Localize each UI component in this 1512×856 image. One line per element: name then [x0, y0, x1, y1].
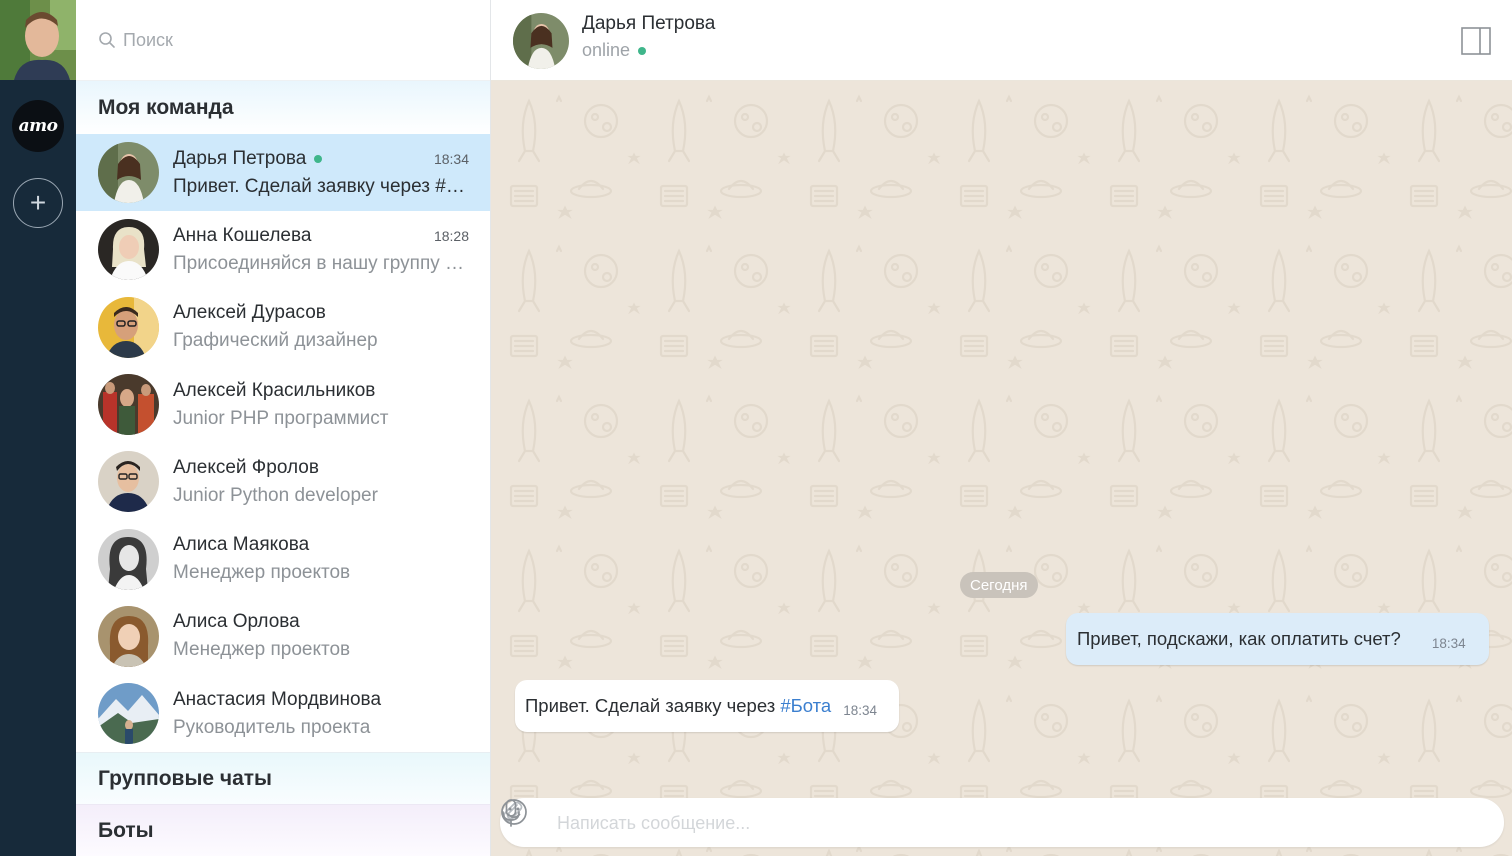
avatar	[98, 451, 159, 513]
message-text: Привет. Сделай заявку через	[525, 695, 781, 716]
contact-name: Анна Кошелева	[173, 224, 312, 246]
chat-contact-name: Дарья Петрова	[582, 13, 716, 34]
search-bar	[76, 0, 490, 81]
avatar	[98, 219, 159, 281]
contact-item-anastasia-mordvinova[interactable]: Анастасия Мордвинова Руководитель проект…	[76, 675, 490, 752]
contact-time: 18:28	[433, 227, 469, 244]
avatar	[98, 605, 159, 667]
message-text: Привет, подскажи, как оплатить счет?	[1077, 628, 1401, 649]
contact-name: Дарья Петрова	[173, 147, 307, 169]
online-indicator	[314, 154, 323, 163]
contact-last-message: Junior PHP программист	[173, 407, 389, 429]
contact-last-message: Менеджер проектов	[173, 562, 351, 584]
plus-icon: +	[29, 187, 47, 218]
avatar	[98, 374, 159, 436]
contact-name: Алексей Дурасов	[173, 302, 326, 324]
contact-item-aleksey-durasov[interactable]: Алексей Дурасов Графический дизайнер	[76, 289, 490, 366]
avatar	[98, 528, 159, 590]
chat-status: online	[582, 40, 631, 60]
chat-background-pattern	[491, 81, 1512, 856]
avatar	[98, 683, 159, 745]
microphone-icon[interactable]	[500, 798, 522, 828]
message-input[interactable]	[557, 810, 1397, 836]
message-composer	[500, 798, 1504, 847]
app-rail: amo +	[0, 0, 76, 856]
chat-area: Дарья Петрова online Сегодня Привет, под…	[491, 0, 1512, 856]
add-workspace-button[interactable]: +	[13, 178, 63, 228]
section-bots[interactable]: Боты	[76, 804, 490, 856]
current-user-avatar[interactable]	[0, 0, 76, 80]
amo-brand-button[interactable]: amo	[12, 100, 64, 152]
contacts-panel: Моя команда Дарья Петрова 18:34 Привет. …	[76, 0, 491, 856]
contact-item-darya-petrova[interactable]: Дарья Петрова 18:34 Привет. Сделай заявк…	[76, 134, 490, 212]
contact-last-message: Менеджер проектов	[173, 639, 351, 661]
contact-name: Анастасия Мордвинова	[173, 688, 382, 710]
search-icon	[99, 32, 115, 48]
contact-last-message: Графический дизайнер	[173, 330, 378, 352]
message-time: 18:34	[1431, 635, 1466, 651]
search-input[interactable]	[123, 29, 483, 51]
contact-name: Алиса Орлова	[173, 611, 300, 633]
section-group-chats[interactable]: Групповые чаты	[76, 752, 490, 805]
contact-last-message: Руководитель проекта	[173, 716, 371, 738]
section-my-team[interactable]: Моя команда	[76, 81, 490, 134]
contact-name: Алиса Маякова	[173, 534, 310, 556]
avatar	[98, 296, 159, 358]
contact-time: 18:34	[433, 150, 469, 167]
contact-item-alisa-orlova[interactable]: Алиса Орлова Менеджер проектов	[76, 598, 490, 675]
message-outgoing[interactable]: Привет, подскажи, как оплатить счет? 18:…	[1066, 613, 1489, 665]
date-divider: Сегодня	[960, 572, 1038, 598]
contact-last-message: Junior Python developer	[173, 484, 378, 506]
chat-header: Дарья Петрова online	[491, 0, 1512, 81]
online-indicator	[638, 46, 647, 55]
avatar	[98, 142, 159, 204]
contact-item-anna-kosheleva[interactable]: Анна Кошелева 18:28 Присоединяйся в нашу…	[76, 211, 490, 288]
contact-name: Алексей Фролов	[173, 456, 319, 478]
contact-last-message: Привет. Сделай заявку через #Бота	[173, 175, 465, 197]
contact-last-message: Присоединяйся в нашу группу в телеграм	[173, 252, 465, 274]
chat-avatar[interactable]	[513, 13, 569, 69]
message-time: 18:34	[843, 702, 878, 718]
message-list: Сегодня Привет, подскажи, как оплатить с…	[491, 81, 1512, 856]
message-incoming[interactable]: Привет. Сделай заявку через #Бота 18:34	[515, 680, 899, 732]
contact-item-alisa-mayakova[interactable]: Алиса Маякова Менеджер проектов	[76, 520, 490, 597]
contact-name: Алексей Красильников	[173, 379, 376, 401]
contact-item-aleksey-krasilnikov[interactable]: Алексей Красильников Junior PHP программ…	[76, 366, 490, 443]
contact-item-aleksey-frolov[interactable]: Алексей Фролов Junior Python developer	[76, 443, 490, 520]
panel-toggle-icon[interactable]	[1461, 27, 1491, 55]
hashtag-link[interactable]: #Бота	[780, 695, 831, 716]
